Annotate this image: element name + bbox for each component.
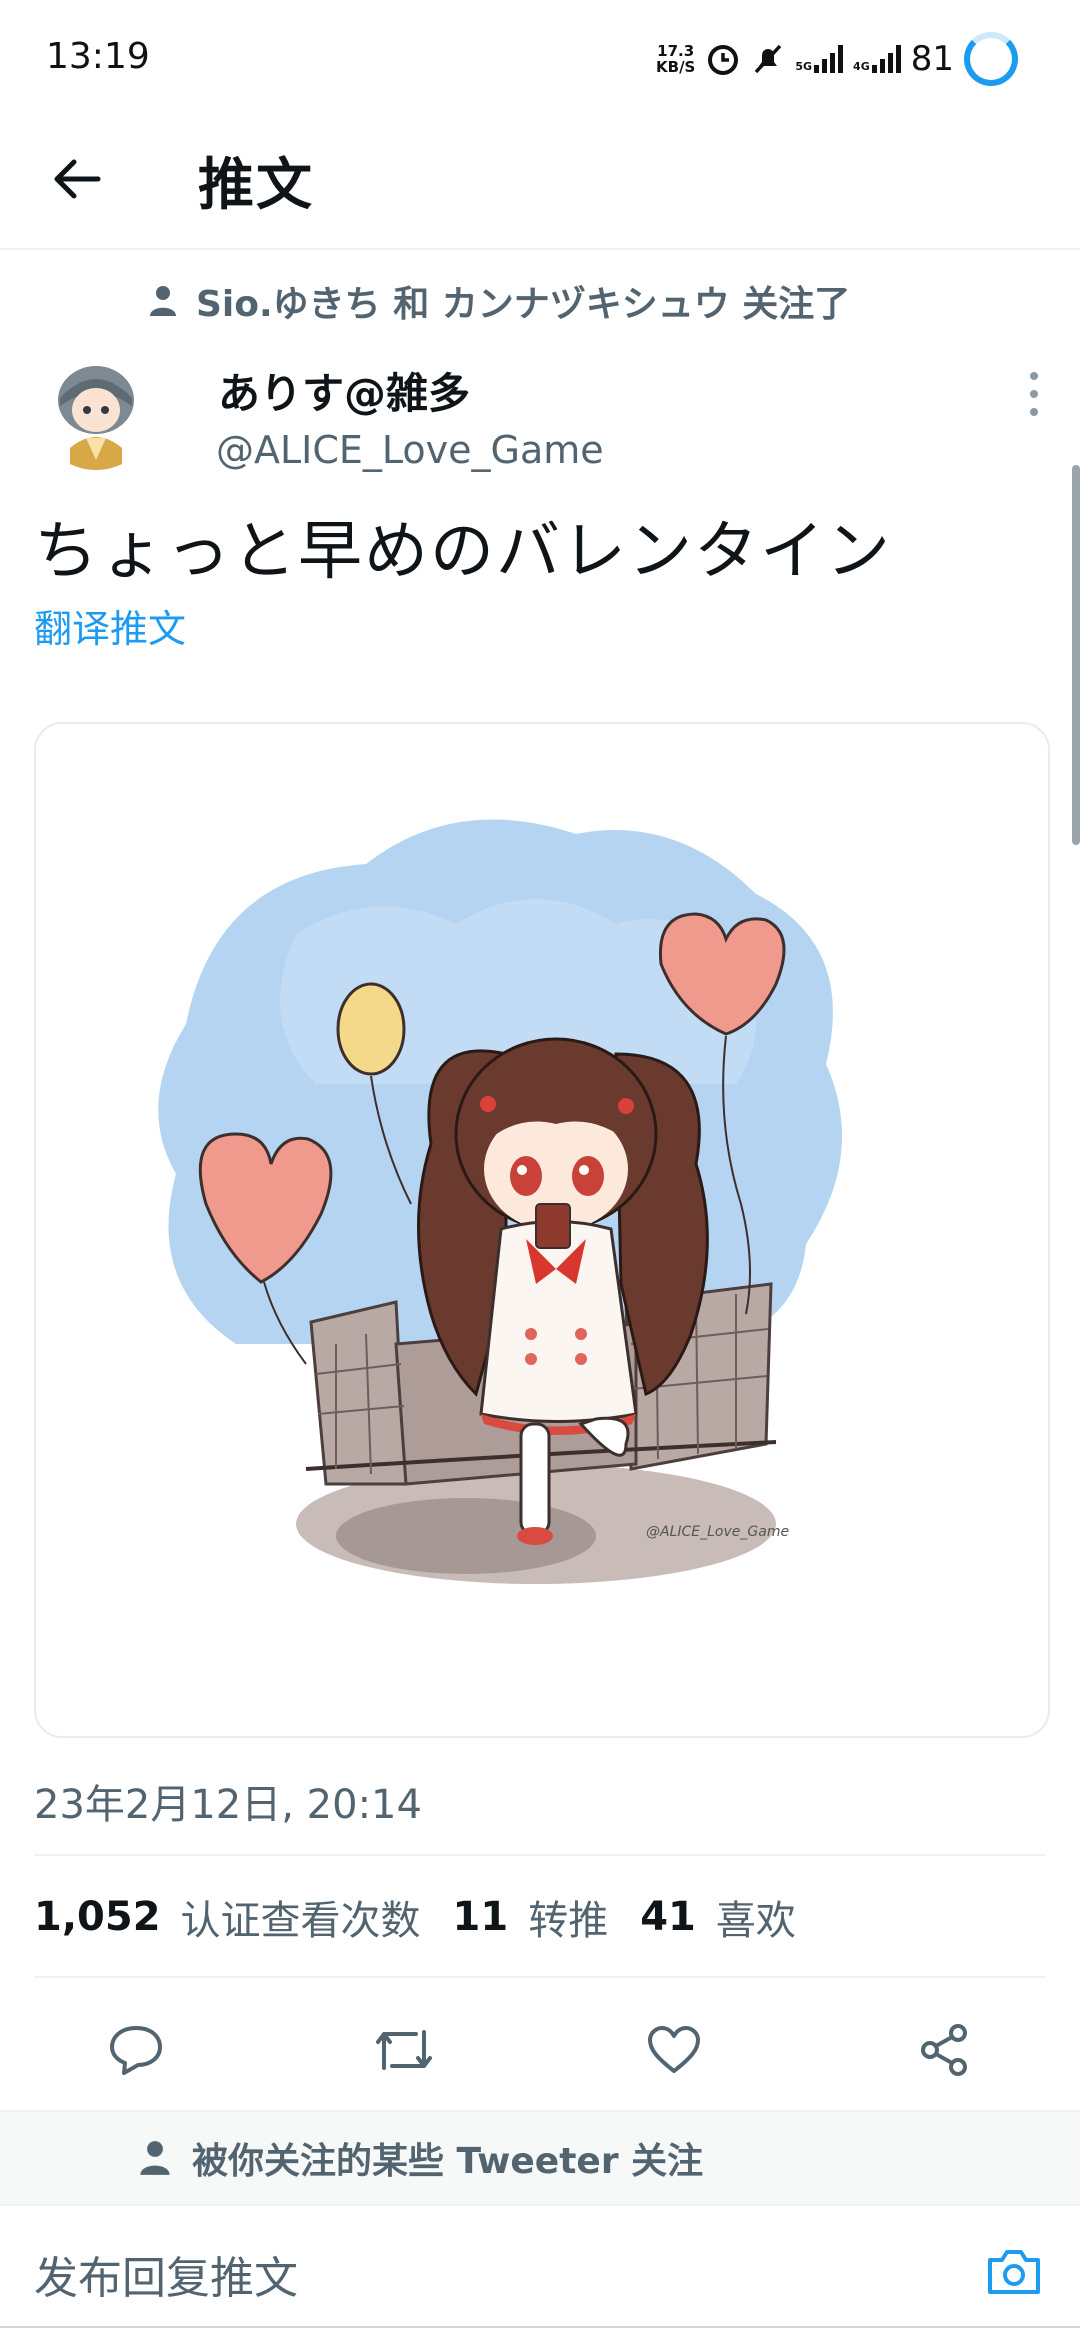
share-icon[interactable] [904, 2010, 984, 2090]
like-icon[interactable] [634, 2010, 714, 2090]
tweet-image[interactable]: @ALICE_Love_Game [34, 722, 1050, 1738]
translate-tweet-link[interactable]: 翻译推文 [34, 598, 186, 653]
scrollbar[interactable] [1072, 465, 1080, 845]
tweet-actions [0, 2000, 1080, 2110]
arrow-left-icon[interactable] [44, 146, 110, 212]
author-handle[interactable]: @ALICE_Love_Game [216, 428, 604, 472]
status-icons: 17.3 KB/S 5G 4G 81 [656, 24, 1018, 94]
more-options-icon[interactable] [1024, 372, 1044, 416]
alarm-icon [708, 45, 739, 75]
reply-underline [0, 2326, 1080, 2328]
battery-level: 81 [910, 39, 954, 79]
image-watermark: @ALICE_Love_Game [646, 1524, 790, 1540]
likes-label[interactable]: 喜欢 [716, 1888, 796, 1946]
retweets-label[interactable]: 转推 [528, 1888, 608, 1946]
divider [34, 1976, 1046, 1978]
followed-by-banner[interactable]: 被你关注的某些 Tweeter 关注 [0, 2110, 1080, 2206]
signal-5g-icon: 5G [795, 45, 844, 73]
camera-icon[interactable] [984, 2242, 1044, 2302]
divider [34, 1854, 1046, 1856]
page-title: 推文 [198, 153, 314, 218]
author-display-name[interactable]: ありす@雑多 [218, 360, 470, 421]
avatar[interactable] [36, 350, 156, 470]
status-bar: 13:19 17.3 KB/S 5G 4G 81 [0, 0, 1080, 120]
views-label[interactable]: 认证查看次数 [181, 1888, 421, 1946]
retweet-icon[interactable] [364, 2010, 444, 2090]
reply-composer: 发布回复推文 [0, 2204, 1080, 2340]
battery-ring-icon [964, 32, 1018, 86]
followed-by-text: 被你关注的某些 Tweeter 关注 [192, 2141, 704, 2182]
retweets-count[interactable]: 11 [453, 1894, 509, 1940]
social-context-text: Sio.ゆきち 和 カンナヅキシュウ 关注了 [196, 284, 851, 325]
person-icon [140, 2141, 170, 2175]
top-app-bar: 推文 [0, 120, 1080, 250]
signal-4g-icon: 4G [853, 45, 901, 73]
network-speed: 17.3 KB/S [656, 42, 696, 76]
reply-icon[interactable] [96, 2010, 176, 2090]
status-time: 13:19 [46, 36, 150, 77]
reply-input[interactable]: 发布回复推文 [34, 2242, 298, 2306]
person-icon [150, 286, 176, 316]
views-count[interactable]: 1,052 [34, 1894, 161, 1940]
tweet-stats: 1,052 认证查看次数 11 转推 41 喜欢 [34, 1888, 828, 1946]
mute-bell-icon [755, 44, 782, 74]
tweet-timestamp: 23年2月12日, 20:14 [34, 1782, 422, 1828]
tweet-text: ちょっと早めのバレンタイン [34, 515, 892, 589]
likes-count[interactable]: 41 [640, 1894, 696, 1940]
social-context[interactable]: Sio.ゆきち 和 カンナヅキシュウ 关注了 [150, 275, 850, 327]
illustration [158, 819, 842, 1584]
